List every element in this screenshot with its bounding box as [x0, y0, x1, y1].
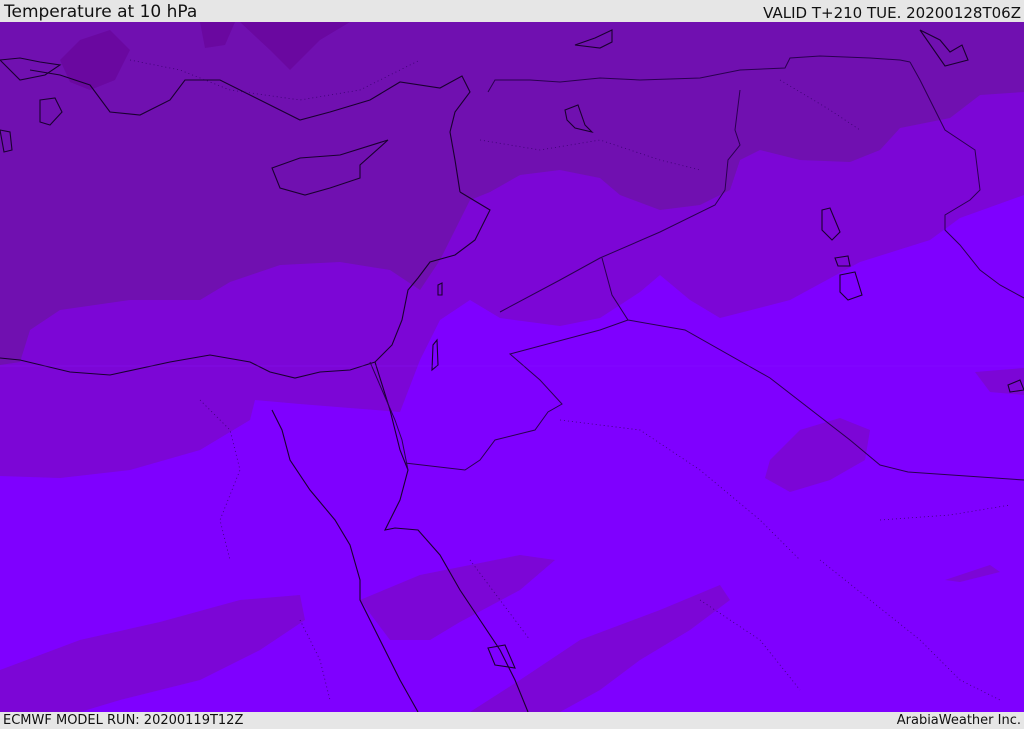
header-bar: Temperature at 10 hPa VALID T+210 TUE. 2… [0, 0, 1024, 22]
map-title: Temperature at 10 hPa [4, 2, 198, 22]
temperature-map[interactable] [0, 22, 1024, 712]
footer-bar: ECMWF MODEL RUN: 20200119T12Z ArabiaWeat… [0, 712, 1024, 729]
valid-time: VALID T+210 TUE. 20200128T06Z [763, 4, 1021, 22]
credit: ArabiaWeather Inc. [896, 713, 1021, 728]
model-run: ECMWF MODEL RUN: 20200119T12Z [3, 713, 244, 728]
